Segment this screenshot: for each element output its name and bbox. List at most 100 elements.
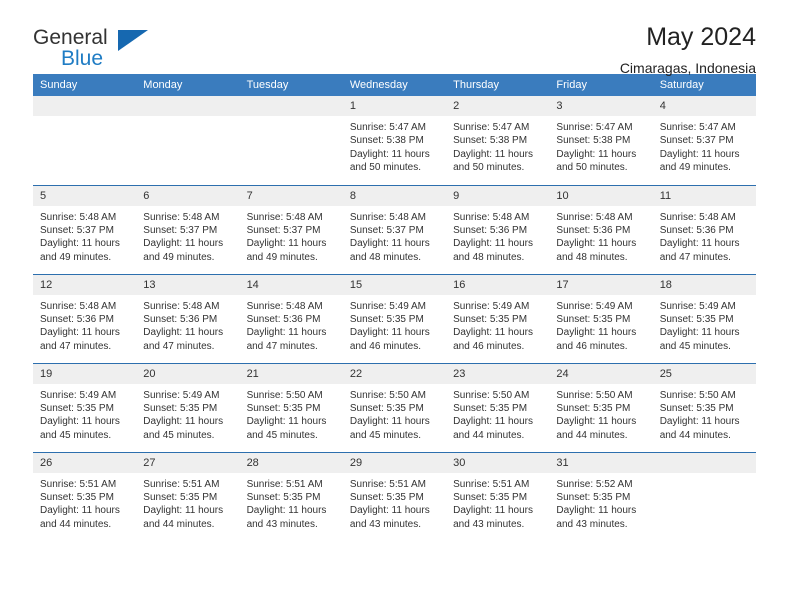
sunrise-text: Sunrise: 5:49 AM <box>556 300 633 312</box>
calendar-day-cell[interactable]: 25 Sunrise: 5:50 AM Sunset: 5:35 PM Dayligh… <box>652 362 756 452</box>
sunrise-text: Sunrise: 5:51 AM <box>246 478 323 490</box>
sunrise-text: Sunrise: 5:50 AM <box>556 389 633 401</box>
sunset-text: Sunset: 5:38 PM <box>349 135 424 147</box>
daylight-text-line2: and 47 minutes. <box>40 340 112 352</box>
daylight-text-line2: and 45 minutes. <box>349 429 422 441</box>
day-details: Sunrise: 5:50 AM Sunset: 5:35 PM Daylight:… <box>343 384 446 443</box>
day-number: 31 <box>549 452 653 473</box>
day-details: Sunrise: 5:49 AM Sunset: 5:35 PM Daylight:… <box>136 384 239 443</box>
daylight-text-line2: and 46 minutes. <box>556 340 628 352</box>
day-details: Sunrise: 5:47 AM Sunset: 5:38 PM Daylight:… <box>343 116 446 175</box>
calendar-day-cell[interactable]: 27 Sunrise: 5:51 AM Sunset: 5:35 PM Dayligh… <box>136 451 240 541</box>
day-number: 2 <box>446 96 550 116</box>
calendar-day-cell[interactable]: 31 Sunrise: 5:52 AM Sunset: 5:35 PM Dayligh… <box>549 451 653 541</box>
day-details: Sunrise: 5:47 AM Sunset: 5:38 PM Daylight:… <box>446 116 549 175</box>
calendar-day-cell[interactable]: 26 Sunrise: 5:51 AM Sunset: 5:35 PM Dayligh… <box>33 451 137 541</box>
calendar-day-cell-empty <box>33 96 137 185</box>
calendar-day-cell[interactable]: 5 Sunrise: 5:48 AM Sunset: 5:37 PM Daylight… <box>33 184 137 274</box>
daylight-text-line2: and 44 minutes. <box>659 429 731 441</box>
calendar-day-cell[interactable]: 16 Sunrise: 5:49 AM Sunset: 5:35 PM Dayligh… <box>446 273 550 363</box>
day-number <box>239 96 343 116</box>
calendar-day-cell[interactable]: 29 Sunrise: 5:51 AM Sunset: 5:35 PM Dayligh… <box>342 451 447 541</box>
calendar-day-cell[interactable]: 10 Sunrise: 5:48 AM Sunset: 5:36 PM Dayligh… <box>549 184 653 274</box>
calendar-body: 1 Sunrise: 5:47 AM Sunset: 5:38 PM Daylight… <box>33 96 756 541</box>
sunrise-text: Sunrise: 5:50 AM <box>349 389 426 401</box>
calendar-day-cell[interactable]: 2 Sunrise: 5:47 AM Sunset: 5:38 PM Daylight… <box>446 96 550 185</box>
sunrise-text: Sunrise: 5:51 AM <box>349 478 426 490</box>
calendar-day-cell[interactable]: 19 Sunrise: 5:49 AM Sunset: 5:35 PM Dayligh… <box>33 362 137 452</box>
calendar-day-cell[interactable]: 1 Sunrise: 5:47 AM Sunset: 5:38 PM Daylight… <box>342 96 447 185</box>
day-details: Sunrise: 5:50 AM Sunset: 5:35 PM Daylight:… <box>549 384 652 443</box>
day-details: Sunrise: 5:51 AM Sunset: 5:35 PM Daylight:… <box>240 473 343 532</box>
calendar-day-cell[interactable]: 28 Sunrise: 5:51 AM Sunset: 5:35 PM Dayligh… <box>239 451 343 541</box>
sunset-text: Sunset: 5:36 PM <box>659 224 734 236</box>
day-details: Sunrise: 5:51 AM Sunset: 5:35 PM Daylight:… <box>446 473 549 532</box>
calendar-day-cell[interactable]: 21 Sunrise: 5:50 AM Sunset: 5:35 PM Dayligh… <box>239 362 343 452</box>
daylight-text-line2: and 44 minutes. <box>556 429 628 441</box>
daylight-text-line1: Daylight: 11 hours <box>143 327 224 339</box>
weekday-header-wednesday: Wednesday <box>342 74 447 96</box>
calendar-day-cell[interactable]: 4 Sunrise: 5:47 AM Sunset: 5:37 PM Daylight… <box>652 96 756 185</box>
calendar-day-cell[interactable]: 13 Sunrise: 5:48 AM Sunset: 5:36 PM Dayligh… <box>136 273 240 363</box>
daylight-text-line1: Daylight: 11 hours <box>143 238 224 250</box>
day-details: Sunrise: 5:49 AM Sunset: 5:35 PM Daylight:… <box>653 295 756 354</box>
daylight-text-line2: and 50 minutes. <box>556 162 628 174</box>
daylight-text-line2: and 50 minutes. <box>349 162 422 174</box>
daylight-text-line2: and 48 minutes. <box>349 251 422 263</box>
daylight-text-line1: Daylight: 11 hours <box>453 148 533 160</box>
day-details: Sunrise: 5:48 AM Sunset: 5:36 PM Daylight:… <box>136 295 239 354</box>
calendar-day-cell[interactable]: 20 Sunrise: 5:49 AM Sunset: 5:35 PM Dayligh… <box>136 362 240 452</box>
sunset-text: Sunset: 5:36 PM <box>556 224 631 236</box>
calendar-day-cell[interactable]: 30 Sunrise: 5:51 AM Sunset: 5:35 PM Dayligh… <box>446 451 550 541</box>
daylight-text-line1: Daylight: 11 hours <box>453 327 533 339</box>
calendar-day-cell[interactable]: 17 Sunrise: 5:49 AM Sunset: 5:35 PM Dayligh… <box>549 273 653 363</box>
daylight-text-line2: and 49 minutes. <box>143 251 215 263</box>
brand-logo[interactable]: General Blue <box>33 26 163 78</box>
day-details: Sunrise: 5:51 AM Sunset: 5:35 PM Daylight:… <box>33 473 136 532</box>
day-number: 28 <box>239 452 343 473</box>
day-details: Sunrise: 5:47 AM Sunset: 5:38 PM Daylight:… <box>549 116 652 175</box>
sunset-text: Sunset: 5:35 PM <box>556 313 631 325</box>
day-number: 8 <box>342 185 447 206</box>
calendar-day-cell[interactable]: 18 Sunrise: 5:49 AM Sunset: 5:35 PM Dayligh… <box>652 273 756 363</box>
calendar-day-cell[interactable]: 14 Sunrise: 5:48 AM Sunset: 5:36 PM Dayligh… <box>239 273 343 363</box>
calendar-day-cell[interactable]: 11 Sunrise: 5:48 AM Sunset: 5:36 PM Dayligh… <box>652 184 756 274</box>
calendar-day-cell[interactable]: 7 Sunrise: 5:48 AM Sunset: 5:37 PM Daylight… <box>239 184 343 274</box>
daylight-text-line2: and 45 minutes. <box>246 429 318 441</box>
sunset-text: Sunset: 5:36 PM <box>453 224 528 236</box>
sunset-text: Sunset: 5:37 PM <box>143 224 218 236</box>
daylight-text-line1: Daylight: 11 hours <box>40 327 120 339</box>
calendar-day-cell[interactable]: 12 Sunrise: 5:48 AM Sunset: 5:36 PM Dayligh… <box>33 273 137 363</box>
day-number: 22 <box>342 363 447 384</box>
sunrise-text: Sunrise: 5:47 AM <box>556 122 633 133</box>
calendar-day-cell[interactable]: 24 Sunrise: 5:50 AM Sunset: 5:35 PM Dayligh… <box>549 362 653 452</box>
sunrise-text: Sunrise: 5:52 AM <box>556 478 633 490</box>
calendar-day-cell[interactable]: 6 Sunrise: 5:48 AM Sunset: 5:37 PM Daylight… <box>136 184 240 274</box>
calendar-day-cell[interactable]: 15 Sunrise: 5:49 AM Sunset: 5:35 PM Dayligh… <box>342 273 447 363</box>
sunrise-text: Sunrise: 5:51 AM <box>143 478 220 490</box>
daylight-text-line2: and 49 minutes. <box>40 251 112 263</box>
sunrise-text: Sunrise: 5:50 AM <box>246 389 323 401</box>
sunrise-text: Sunrise: 5:48 AM <box>659 211 736 223</box>
daylight-text-line2: and 43 minutes. <box>349 518 422 530</box>
calendar-day-cell[interactable]: 3 Sunrise: 5:47 AM Sunset: 5:38 PM Daylight… <box>549 96 653 185</box>
sunset-text: Sunset: 5:35 PM <box>453 402 528 414</box>
calendar-day-cell[interactable]: 23 Sunrise: 5:50 AM Sunset: 5:35 PM Dayligh… <box>446 362 550 452</box>
sunrise-text: Sunrise: 5:48 AM <box>143 211 220 223</box>
day-number: 27 <box>136 452 240 473</box>
page-header: General Blue May 2024 Cimaragas, Indones… <box>33 0 756 76</box>
daylight-text-line2: and 48 minutes. <box>453 251 525 263</box>
day-number: 10 <box>549 185 653 206</box>
day-number: 9 <box>446 185 550 206</box>
calendar-day-cell[interactable]: 22 Sunrise: 5:50 AM Sunset: 5:35 PM Dayligh… <box>342 362 447 452</box>
sunrise-text: Sunrise: 5:49 AM <box>453 300 530 312</box>
daylight-text-line2: and 46 minutes. <box>453 340 525 352</box>
daylight-text-line2: and 49 minutes. <box>659 162 731 174</box>
day-number: 24 <box>549 363 653 384</box>
day-number: 3 <box>549 96 653 116</box>
daylight-text-line1: Daylight: 11 hours <box>659 148 740 160</box>
day-details: Sunrise: 5:47 AM Sunset: 5:37 PM Daylight:… <box>653 116 756 175</box>
calendar-day-cell[interactable]: 8 Sunrise: 5:48 AM Sunset: 5:37 PM Daylight… <box>342 184 447 274</box>
daylight-text-line2: and 44 minutes. <box>40 518 112 530</box>
calendar-day-cell[interactable]: 9 Sunrise: 5:48 AM Sunset: 5:36 PM Daylight… <box>446 184 550 274</box>
